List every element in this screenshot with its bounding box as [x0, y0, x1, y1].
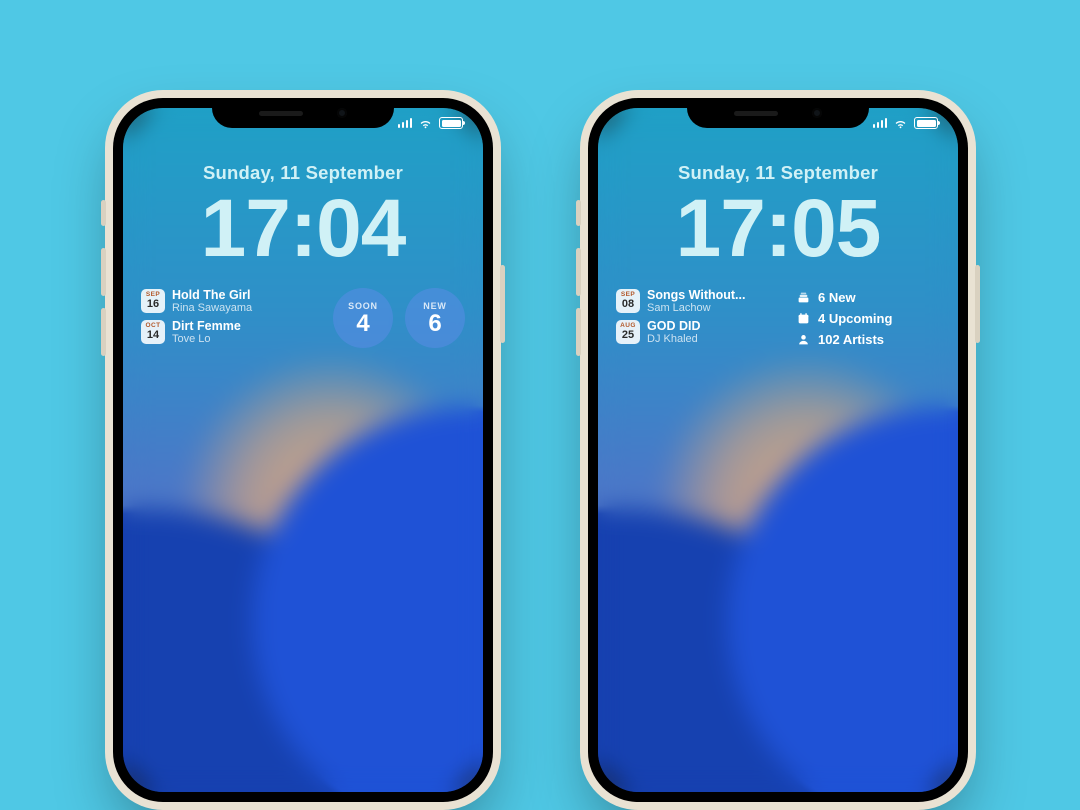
lock-date: Sunday, 11 September [598, 162, 958, 184]
earpiece-speaker [259, 111, 303, 116]
cellular-signal-icon [398, 118, 413, 128]
silence-switch[interactable] [101, 200, 106, 226]
album-item[interactable]: SEP 08 Songs Without... Sam Lachow [616, 288, 786, 314]
phone-mockup-left: Sunday, 11 September 17:04 SEP 16 Hold T… [105, 90, 501, 810]
calendar-chip-icon: AUG 25 [616, 320, 640, 344]
stat-new: 6 New [796, 290, 940, 305]
calendar-chip-icon: SEP 16 [141, 289, 165, 313]
earpiece-speaker [734, 111, 778, 116]
calendar-chip-icon: SEP 08 [616, 289, 640, 313]
silence-switch[interactable] [576, 200, 581, 226]
volume-up-button[interactable] [101, 248, 106, 296]
album-artist: DJ Khaled [647, 333, 700, 345]
volume-down-button[interactable] [576, 308, 581, 356]
front-camera [337, 108, 347, 118]
stat-text: 4 Upcoming [818, 311, 892, 326]
stat-text: 6 New [818, 290, 856, 305]
stack-icon [796, 291, 810, 305]
soon-count-widget[interactable]: SOON 4 [333, 288, 393, 348]
stat-upcoming: 4 Upcoming [796, 311, 940, 326]
person-icon [796, 333, 810, 347]
album-artist: Sam Lachow [647, 302, 745, 314]
upcoming-albums-widget[interactable]: SEP 16 Hold The Girl Rina Sawayama OCT [141, 288, 311, 350]
upcoming-albums-widget[interactable]: SEP 08 Songs Without... Sam Lachow AUG [616, 288, 786, 350]
new-count-widget[interactable]: NEW 6 [405, 288, 465, 348]
lock-screen[interactable]: Sunday, 11 September 17:04 SEP 16 Hold T… [123, 108, 483, 792]
album-artist: Rina Sawayama [172, 302, 252, 314]
volume-down-button[interactable] [101, 308, 106, 356]
cellular-signal-icon [873, 118, 888, 128]
power-button[interactable] [500, 265, 505, 343]
album-title: GOD DID [647, 319, 700, 333]
phone-bezel: Sunday, 11 September 17:05 SEP 08 Songs … [588, 98, 968, 802]
status-bar [398, 117, 464, 129]
album-title: Songs Without... [647, 288, 745, 302]
calendar-icon [796, 312, 810, 326]
album-title: Dirt Femme [172, 319, 241, 333]
status-bar [873, 117, 939, 129]
lock-time: 17:05 [598, 188, 958, 270]
album-item[interactable]: SEP 16 Hold The Girl Rina Sawayama [141, 288, 311, 314]
battery-icon [914, 117, 938, 129]
lock-date: Sunday, 11 September [123, 162, 483, 184]
wifi-icon [893, 117, 908, 129]
lock-screen[interactable]: Sunday, 11 September 17:05 SEP 08 Songs … [598, 108, 958, 792]
notch [687, 98, 869, 128]
phone-mockup-right: Sunday, 11 September 17:05 SEP 08 Songs … [580, 90, 976, 810]
widget-label: NEW [423, 301, 446, 311]
album-item[interactable]: OCT 14 Dirt Femme Tove Lo [141, 319, 311, 345]
battery-icon [439, 117, 463, 129]
stat-artists: 102 Artists [796, 332, 940, 347]
phone-bezel: Sunday, 11 September 17:04 SEP 16 Hold T… [113, 98, 493, 802]
album-title: Hold The Girl [172, 288, 252, 302]
stat-text: 102 Artists [818, 332, 884, 347]
calendar-chip-icon: OCT 14 [141, 320, 165, 344]
widget-label: SOON [348, 301, 378, 311]
front-camera [812, 108, 822, 118]
volume-up-button[interactable] [576, 248, 581, 296]
lock-widgets: SEP 16 Hold The Girl Rina Sawayama OCT [123, 288, 483, 350]
wifi-icon [418, 117, 433, 129]
lock-widgets: SEP 08 Songs Without... Sam Lachow AUG [598, 288, 958, 350]
widget-value: 6 [428, 312, 441, 336]
stats-widget[interactable]: 6 New 4 Upcoming 102 Artis [796, 288, 940, 350]
album-artist: Tove Lo [172, 333, 241, 345]
album-item[interactable]: AUG 25 GOD DID DJ Khaled [616, 319, 786, 345]
power-button[interactable] [975, 265, 980, 343]
notch [212, 98, 394, 128]
widget-value: 4 [356, 312, 369, 336]
lock-time: 17:04 [123, 188, 483, 270]
